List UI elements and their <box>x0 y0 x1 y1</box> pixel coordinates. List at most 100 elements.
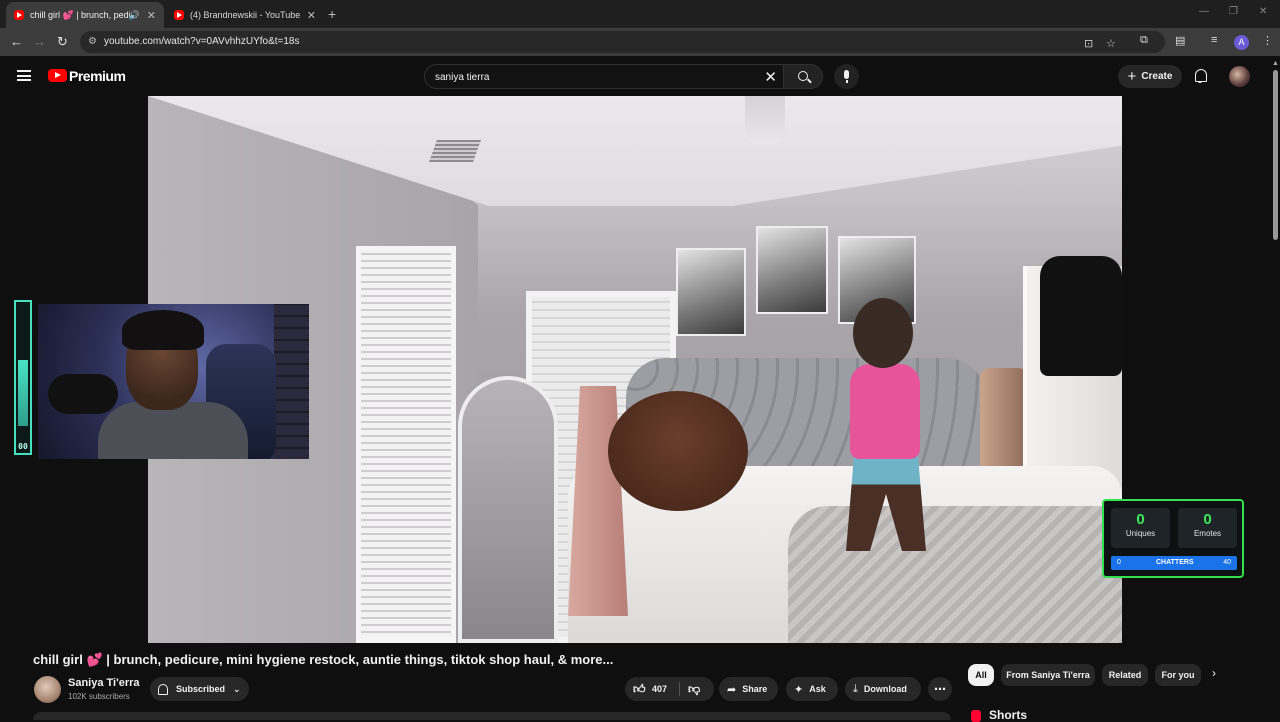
video-scene-teddy-bear <box>608 391 748 511</box>
scrollbar-thumb[interactable] <box>1273 70 1278 240</box>
plus-icon: + <box>1127 68 1137 85</box>
like-divider <box>679 682 680 696</box>
chip-all[interactable]: All <box>968 664 994 686</box>
search-icon <box>798 71 808 81</box>
speaker-icon[interactable]: 🔊 <box>129 10 140 21</box>
chat-stats-overlay: 0 Uniques 0 Emotes 0 CHATTERS 40 <box>1102 499 1244 578</box>
download-button[interactable]: ⤓ Download <box>845 677 921 701</box>
minimize-icon[interactable]: — <box>1199 6 1209 17</box>
browser-menu-icon[interactable]: ⋮ <box>1262 34 1273 47</box>
chip-related[interactable]: Related <box>1102 664 1148 686</box>
extensions-icon[interactable]: ⧉ <box>1140 34 1148 47</box>
video-scene-vent <box>428 140 482 162</box>
chatters-min: 0 <box>1117 559 1121 566</box>
side-panel-icon[interactable]: ▤ <box>1175 34 1185 47</box>
chevron-right-icon[interactable]: › <box>1212 666 1216 680</box>
youtube-favicon-icon <box>14 10 24 20</box>
chatters-label: CHATTERS <box>1156 559 1194 566</box>
like-icon[interactable]: 👍︎ <box>633 682 646 697</box>
video-scene-child-head <box>853 298 913 368</box>
back-icon[interactable]: ← <box>10 34 23 49</box>
account-avatar[interactable] <box>1229 66 1250 87</box>
close-window-icon[interactable]: ✕ <box>1259 6 1267 17</box>
notifications-bell-icon[interactable] <box>1193 68 1207 84</box>
chip-for-you[interactable]: For you <box>1155 664 1201 686</box>
chevron-down-icon: ⌄ <box>233 683 241 694</box>
emotes-stat: 0 Emotes <box>1178 508 1237 548</box>
video-scene-fan <box>745 96 785 144</box>
close-tab-icon[interactable]: ✕ <box>147 9 156 22</box>
ask-label: Ask <box>809 684 826 694</box>
description-box[interactable] <box>33 712 951 720</box>
channel-name[interactable]: Saniya Ti'erra <box>68 677 140 689</box>
video-scene-blanket <box>788 506 1122 643</box>
site-info-icon[interactable]: ⚙ <box>88 36 97 47</box>
dislike-icon[interactable]: 👎︎ <box>688 682 700 697</box>
search-box: ✕ <box>424 64 784 89</box>
url-text[interactable]: youtube.com/watch?v=0AVvhhzUYfo&t=18s <box>104 36 299 47</box>
channel-avatar[interactable] <box>34 676 61 703</box>
webcam-shelf <box>274 304 309 459</box>
maximize-icon[interactable]: ❐ <box>1229 6 1238 17</box>
microphone-icon <box>844 70 849 83</box>
video-scene-mirror <box>458 376 558 643</box>
bookmark-star-icon[interactable]: ☆ <box>1106 37 1116 50</box>
download-icon: ⤓ <box>853 682 858 695</box>
share-icon: ➦ <box>727 683 737 696</box>
webcam-streamer-body <box>98 402 248 459</box>
new-tab-icon[interactable]: + <box>328 6 336 22</box>
audio-level-fill <box>18 360 28 426</box>
video-title: chill girl 💕 | brunch, pedicure, mini hy… <box>33 652 614 667</box>
close-tab-icon[interactable]: ✕ <box>307 9 316 22</box>
media-controls-icon[interactable]: ≡ <box>1211 34 1217 46</box>
ask-button[interactable]: ✦ Ask <box>786 677 838 701</box>
subscriber-count: 102K subscribers <box>68 692 130 701</box>
browser-profile-avatar[interactable]: A <box>1234 35 1249 50</box>
shorts-icon <box>971 710 981 722</box>
premium-wordmark[interactable]: Premium <box>69 68 126 84</box>
create-label: Create <box>1141 71 1173 82</box>
share-button[interactable]: ➦ Share <box>719 677 778 701</box>
address-bar-row: ← → ↻ ⚙ youtube.com/watch?v=0AVvhhzUYfo&… <box>0 28 1280 56</box>
bell-icon <box>158 683 168 695</box>
omnibox[interactable]: ⚙ youtube.com/watch?v=0AVvhhzUYfo&t=18s … <box>80 31 1165 53</box>
subscribed-label: Subscribed <box>176 684 226 694</box>
share-label: Share <box>742 684 768 694</box>
webcam-streamer-hair <box>122 310 204 350</box>
browser-tab-strip: chill girl 💕 | brunch, pedic 🔊 ✕ (4) Bra… <box>0 0 1280 28</box>
search-input[interactable] <box>435 69 755 85</box>
like-count[interactable]: 407 <box>652 684 667 694</box>
uniques-stat: 0 Uniques <box>1111 508 1170 548</box>
sparkle-icon: ✦ <box>794 683 804 696</box>
video-scene-blinds <box>356 246 456 643</box>
scroll-up-arrow-icon[interactable]: ▲ <box>1272 60 1279 67</box>
video-scene-coat <box>1040 256 1122 376</box>
more-horizontal-icon: ⋯ <box>934 682 946 696</box>
clear-search-icon[interactable]: ✕ <box>764 68 777 86</box>
search-button[interactable] <box>783 64 823 89</box>
tab-chill-girl[interactable]: chill girl 💕 | brunch, pedic 🔊 ✕ <box>6 2 164 28</box>
create-button[interactable]: + Create <box>1118 65 1182 88</box>
webcam-microphone <box>48 374 118 414</box>
like-dislike-group: 👍︎ 407 👎︎ <box>625 677 714 701</box>
more-actions-button[interactable]: ⋯ <box>928 677 952 701</box>
audio-level-meter: 00 <box>14 300 32 455</box>
uniques-label: Uniques <box>1125 529 1156 538</box>
wall-poster <box>676 248 746 336</box>
forward-icon[interactable]: → <box>33 34 46 49</box>
wall-poster <box>756 226 828 314</box>
tab-brandnewskii[interactable]: (4) Brandnewskii - YouTube ✕ <box>166 2 324 28</box>
emotes-value: 0 <box>1203 511 1212 528</box>
menu-hamburger-icon[interactable] <box>17 70 31 81</box>
install-app-icon[interactable]: ⊡ <box>1084 37 1093 50</box>
subscribed-button[interactable]: Subscribed ⌄ <box>150 677 249 701</box>
emotes-label: Emotes <box>1193 529 1222 538</box>
chatters-bar: 0 CHATTERS 40 <box>1111 556 1237 570</box>
tab-title: chill girl 💕 | brunch, pedic <box>30 9 130 20</box>
reload-icon[interactable]: ↻ <box>57 34 68 50</box>
download-label: Download <box>863 684 907 694</box>
audio-level-value: 00 <box>18 442 28 451</box>
chip-from-channel[interactable]: From Saniya Ti'erra <box>1001 664 1095 686</box>
youtube-logo-icon[interactable] <box>48 69 67 82</box>
voice-search-button[interactable] <box>834 64 859 89</box>
